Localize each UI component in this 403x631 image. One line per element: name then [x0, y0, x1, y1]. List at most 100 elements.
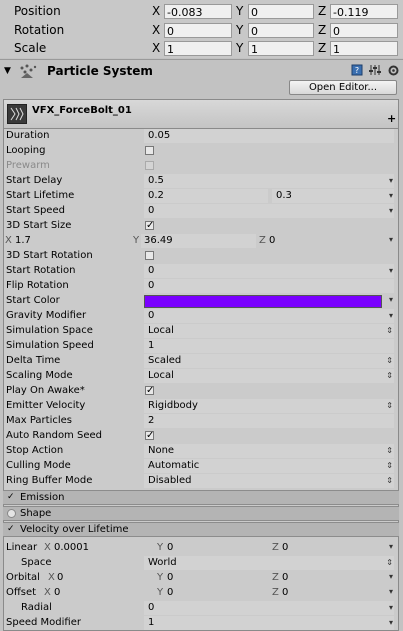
offset-z-axis[interactable]: Z: [272, 587, 279, 598]
orbital-z-value[interactable]: 0: [282, 572, 288, 583]
size-x-axis[interactable]: X: [5, 235, 12, 246]
position-x-field[interactable]: -0.083: [164, 4, 232, 19]
position-y-field[interactable]: 0: [248, 4, 314, 19]
updown-caret-icon[interactable]: ⇕: [386, 399, 393, 413]
culling-mode-dropdown[interactable]: Automatic ⇕: [144, 459, 394, 473]
updown-caret-icon[interactable]: ⇕: [386, 324, 393, 338]
updown-caret-icon[interactable]: ⇕: [386, 459, 393, 473]
stop-action-dropdown[interactable]: None ⇕: [144, 444, 394, 458]
updown-caret-icon[interactable]: ⇕: [386, 474, 393, 488]
add-module-button[interactable]: +: [387, 112, 396, 125]
position-x-axis[interactable]: X: [152, 4, 160, 18]
play-on-awake-checkbox[interactable]: ✓: [145, 386, 154, 396]
velocity-over-lifetime-checkbox[interactable]: ✓: [7, 525, 16, 534]
dropdown-caret-icon[interactable]: ▾: [389, 189, 393, 203]
position-y-axis[interactable]: Y: [236, 4, 243, 18]
radial-field[interactable]: 0 ▾: [144, 601, 394, 615]
updown-caret-icon[interactable]: ⇕: [386, 556, 393, 570]
foldout-arrow-icon[interactable]: ▼: [4, 66, 11, 76]
dropdown-caret-icon[interactable]: ▾: [389, 204, 393, 218]
scale-x-field[interactable]: 1: [164, 41, 232, 56]
scale-y-axis[interactable]: Y: [236, 41, 243, 55]
updown-caret-icon[interactable]: ⇕: [386, 444, 393, 458]
size-z-value[interactable]: 0: [269, 235, 275, 246]
size-z-axis[interactable]: Z: [259, 235, 266, 246]
dropdown-caret-icon[interactable]: ▾: [389, 542, 393, 551]
space-dropdown[interactable]: World ⇕: [144, 556, 394, 570]
orbital-x-axis[interactable]: X: [48, 572, 55, 583]
rotation-x-field[interactable]: 0: [164, 23, 232, 38]
offset-y-axis[interactable]: Y: [157, 587, 163, 598]
emitter-velocity-dropdown[interactable]: Rigidbody ⇕: [144, 399, 394, 413]
scale-y-field[interactable]: 1: [248, 41, 314, 56]
linear-y-axis[interactable]: Y: [157, 542, 163, 553]
start-lifetime-min-field[interactable]: 0.2: [144, 189, 268, 203]
scale-x-axis[interactable]: X: [152, 41, 160, 55]
delta-time-dropdown[interactable]: Scaled ⇕: [144, 354, 394, 368]
gravity-modifier-field[interactable]: 0 ▾: [144, 309, 394, 323]
linear-x-value[interactable]: 0.0001: [54, 542, 89, 553]
offset-x-value[interactable]: 0: [54, 587, 60, 598]
max-particles-field[interactable]: 2: [144, 414, 394, 428]
duration-field[interactable]: 0.05: [144, 129, 394, 143]
3d-start-rotation-checkbox[interactable]: [145, 251, 154, 260]
3d-start-size-checkbox[interactable]: ✓: [145, 221, 154, 231]
size-x-value[interactable]: 1.7: [15, 235, 31, 246]
linear-z-value[interactable]: 0: [282, 542, 288, 553]
rotation-y-axis[interactable]: Y: [236, 23, 243, 37]
scale-z-field[interactable]: 1: [330, 41, 398, 56]
module-emission[interactable]: ✓ Emission: [3, 490, 399, 505]
emission-checkbox[interactable]: ✓: [7, 493, 16, 502]
presets-sliders-icon[interactable]: [368, 64, 381, 79]
rotation-y-field[interactable]: 0: [248, 23, 314, 38]
looping-checkbox[interactable]: [145, 146, 154, 155]
orbital-y-value[interactable]: 0: [167, 572, 173, 583]
simulation-space-dropdown[interactable]: Local ⇕: [144, 324, 394, 338]
dropdown-caret-icon[interactable]: ▾: [389, 572, 393, 581]
scale-z-axis[interactable]: Z: [318, 41, 326, 55]
open-editor-button[interactable]: Open Editor...: [289, 80, 397, 95]
simulation-speed-field[interactable]: 1: [144, 339, 394, 353]
offset-z-value[interactable]: 0: [282, 587, 288, 598]
shape-toggle-circle[interactable]: [7, 509, 16, 518]
help-book-icon[interactable]: ?: [351, 64, 363, 79]
position-z-axis[interactable]: Z: [318, 4, 326, 18]
offset-x-axis[interactable]: X: [44, 587, 51, 598]
auto-random-seed-checkbox[interactable]: ✓: [145, 431, 154, 441]
dropdown-caret-icon[interactable]: ▾: [389, 587, 393, 596]
dropdown-caret-icon[interactable]: ▾: [389, 601, 393, 615]
updown-caret-icon[interactable]: ⇕: [386, 354, 393, 368]
start-color-swatch[interactable]: [144, 295, 382, 308]
module-velocity-over-lifetime[interactable]: ✓ Velocity over Lifetime: [3, 522, 399, 537]
position-z-field[interactable]: -0.119: [330, 4, 398, 19]
linear-y-value[interactable]: 0: [167, 542, 173, 553]
settings-gear-icon[interactable]: [387, 64, 400, 80]
dropdown-caret-icon[interactable]: ▾: [389, 309, 393, 323]
orbital-x-value[interactable]: 0: [57, 572, 63, 583]
updown-caret-icon[interactable]: ⇕: [386, 369, 393, 383]
start-rotation-field[interactable]: 0 ▾: [144, 264, 394, 278]
dropdown-caret-icon[interactable]: ▾: [389, 616, 393, 630]
dropdown-caret-icon[interactable]: ▾: [389, 295, 393, 304]
dropdown-caret-icon[interactable]: ▾: [389, 174, 393, 188]
rotation-z-field[interactable]: 0: [330, 23, 398, 38]
start-lifetime-max-field[interactable]: 0.3 ▾: [272, 189, 394, 203]
dropdown-caret-icon[interactable]: ▾: [389, 235, 393, 244]
orbital-y-axis[interactable]: Y: [157, 572, 163, 583]
linear-x-axis[interactable]: X: [44, 542, 51, 553]
dropdown-caret-icon[interactable]: ▾: [389, 264, 393, 278]
flip-rotation-field[interactable]: 0: [144, 279, 394, 293]
start-speed-field[interactable]: 0 ▾: [144, 204, 394, 218]
orbital-z-axis[interactable]: Z: [272, 572, 279, 583]
start-delay-field[interactable]: 0.5 ▾: [144, 174, 394, 188]
rotation-x-axis[interactable]: X: [152, 23, 160, 37]
module-shape[interactable]: Shape: [3, 506, 399, 521]
linear-z-axis[interactable]: Z: [272, 542, 279, 553]
scaling-mode-dropdown[interactable]: Local ⇕: [144, 369, 394, 383]
ring-buffer-mode-dropdown[interactable]: Disabled ⇕: [144, 474, 394, 488]
rotation-z-axis[interactable]: Z: [318, 23, 326, 37]
offset-y-value[interactable]: 0: [167, 587, 173, 598]
speed-modifier-field[interactable]: 1 ▾: [144, 616, 394, 630]
size-y-axis[interactable]: Y: [133, 235, 139, 246]
size-y-value[interactable]: 36.49: [141, 234, 256, 248]
